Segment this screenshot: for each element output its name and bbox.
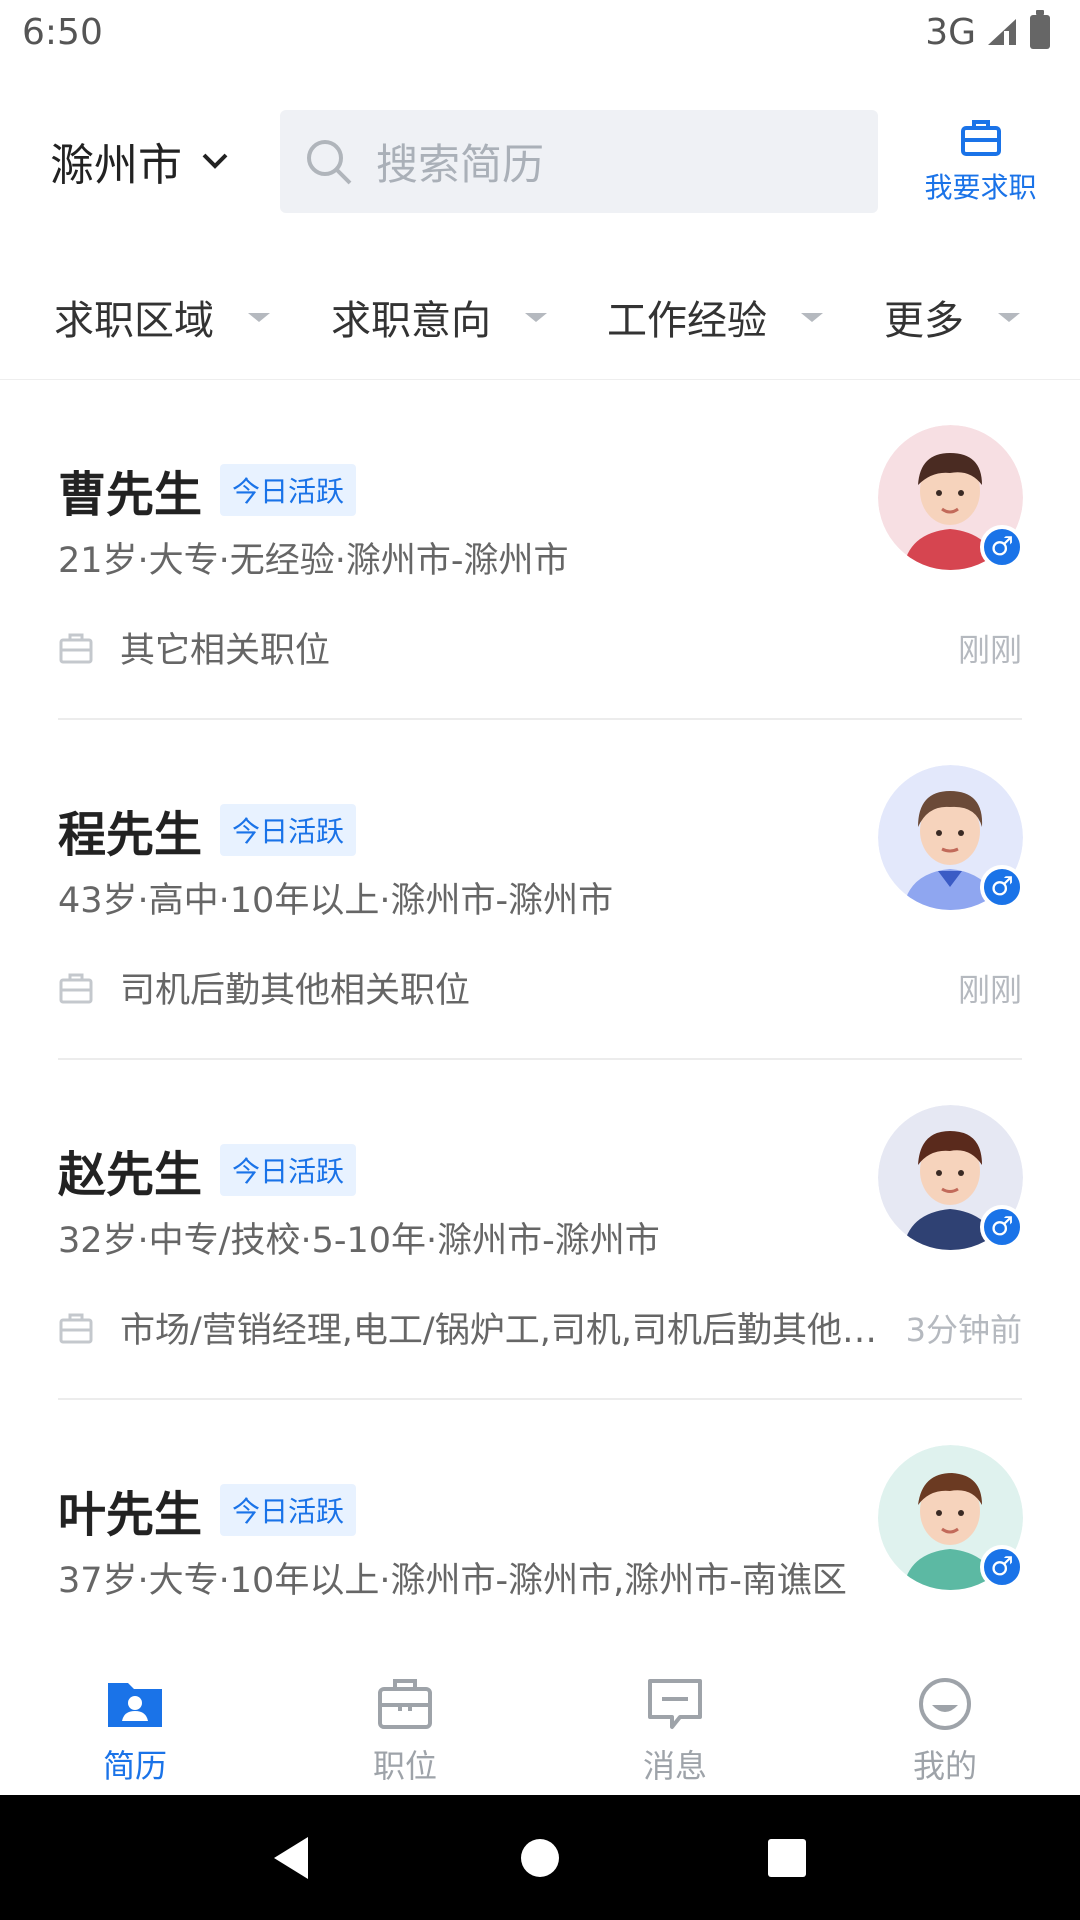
position-row: 司机后勤其他相关职位 刚刚 bbox=[58, 962, 1022, 1013]
recents-icon[interactable] bbox=[764, 1835, 810, 1881]
status-bar: 6:50 3G bbox=[0, 0, 1080, 64]
desired-position: 市场/营销经理,电工/锅炉工,司机,司机后勤其他相关职位 bbox=[120, 1311, 880, 1351]
city-label: 滁州市 bbox=[50, 140, 182, 191]
bottom-nav: 简历 职位 消息 我的 bbox=[0, 1665, 1080, 1795]
desired-position: 司机后勤其他相关职位 bbox=[120, 971, 471, 1011]
signal-icon bbox=[988, 19, 1016, 45]
active-badge: 今日活跃 bbox=[220, 1144, 357, 1196]
nav-item-jobs[interactable]: 职位 bbox=[270, 1665, 540, 1795]
filter-experience[interactable]: 工作经验 bbox=[607, 288, 823, 346]
status-icons: 3G bbox=[925, 10, 1050, 53]
chevron-down-icon bbox=[202, 153, 228, 169]
app-root: { "status_bar": { "time": "6:50", "netwo… bbox=[0, 0, 1080, 1920]
search-placeholder: 搜索简历 bbox=[376, 140, 545, 189]
candidate-meta: 32岁·中专/技校·5-10年·滁州市-滁州市 bbox=[58, 1221, 660, 1261]
male-icon: ♂ bbox=[980, 525, 1024, 569]
active-time: 3分钟前 bbox=[905, 1310, 1022, 1349]
name-row: 曹先生 今日活跃 bbox=[58, 455, 357, 525]
nav-label: 职位 bbox=[372, 1747, 437, 1785]
male-icon: ♂ bbox=[980, 1545, 1024, 1589]
nav-item-messages[interactable]: 消息 bbox=[540, 1665, 810, 1795]
candidate-meta: 43岁·高中·10年以上·滁州市-滁州市 bbox=[58, 881, 614, 921]
resume-icon bbox=[108, 1683, 162, 1727]
candidate-meta: 21岁·大专·无经验·滁州市-滁州市 bbox=[58, 541, 569, 581]
male-icon: ♂ bbox=[980, 1205, 1024, 1249]
position-row: 其它相关职位 刚刚 bbox=[58, 622, 1022, 673]
back-icon[interactable] bbox=[270, 1835, 316, 1881]
avatar: ♂ bbox=[878, 1445, 1024, 1590]
candidate-meta: 37岁·大专·10年以上·滁州市-滁州市,滁州市-南谯区 bbox=[58, 1561, 847, 1601]
desired-position: 其它相关职位 bbox=[120, 631, 331, 671]
profile-icon bbox=[919, 1678, 971, 1730]
active-time: 刚刚 bbox=[957, 970, 1022, 1009]
name-row: 程先生 今日活跃 bbox=[58, 795, 357, 865]
city-selector[interactable]: 滁州市 bbox=[50, 131, 230, 191]
candidate-name: 赵先生 bbox=[58, 1147, 203, 1203]
active-badge: 今日活跃 bbox=[220, 1484, 357, 1536]
active-badge: 今日活跃 bbox=[220, 464, 357, 516]
nav-label: 简历 bbox=[102, 1747, 167, 1785]
briefcase-icon bbox=[59, 973, 93, 1003]
divider bbox=[58, 1058, 1022, 1060]
briefcase-icon bbox=[59, 1313, 93, 1343]
nav-item-profile[interactable]: 我的 bbox=[810, 1665, 1080, 1795]
network-type: 3G bbox=[925, 11, 976, 53]
briefcase-icon bbox=[59, 633, 93, 663]
search-input[interactable]: 搜索简历 bbox=[280, 110, 878, 213]
nav-label: 我的 bbox=[912, 1747, 977, 1785]
filter-label: 求职区域 bbox=[54, 298, 214, 344]
dropdown-arrow-icon bbox=[998, 312, 1020, 322]
search-icon bbox=[307, 139, 352, 184]
position-row: 市场/营销经理,电工/锅炉工,司机,司机后勤其他相关职位 3分钟前 bbox=[58, 1302, 1022, 1353]
briefcase-icon bbox=[378, 1679, 432, 1729]
filter-label: 求职意向 bbox=[331, 298, 491, 344]
system-nav-bar bbox=[0, 1795, 1080, 1920]
divider bbox=[58, 718, 1022, 720]
active-time: 刚刚 bbox=[957, 630, 1022, 669]
name-row: 叶先生 今日活跃 bbox=[58, 1475, 357, 1545]
dropdown-arrow-icon bbox=[248, 312, 270, 322]
candidate-name: 曹先生 bbox=[58, 467, 203, 523]
nav-item-resume[interactable]: 简历 bbox=[0, 1665, 270, 1795]
filter-label: 更多 bbox=[884, 298, 964, 344]
candidate-name: 叶先生 bbox=[58, 1487, 203, 1543]
divider bbox=[58, 1398, 1022, 1400]
filter-bar: 求职区域 求职意向 工作经验 更多 bbox=[0, 270, 1080, 380]
avatar: ♂ bbox=[878, 425, 1024, 570]
status-time: 6:50 bbox=[22, 11, 103, 53]
message-icon bbox=[648, 1679, 702, 1729]
filter-area[interactable]: 求职区域 bbox=[54, 288, 270, 346]
filter-intention[interactable]: 求职意向 bbox=[331, 288, 547, 346]
briefcase-icon bbox=[960, 120, 1001, 156]
avatar: ♂ bbox=[878, 1105, 1024, 1250]
name-row: 赵先生 今日活跃 bbox=[58, 1135, 357, 1205]
filter-label: 工作经验 bbox=[607, 298, 767, 344]
male-icon: ♂ bbox=[980, 865, 1024, 909]
job-seek-label: 我要求职 bbox=[924, 171, 1037, 204]
battery-icon bbox=[1030, 10, 1050, 49]
active-badge: 今日活跃 bbox=[220, 804, 357, 856]
dropdown-arrow-icon bbox=[525, 312, 547, 322]
candidate-name: 程先生 bbox=[58, 807, 203, 863]
nav-label: 消息 bbox=[642, 1747, 707, 1785]
dropdown-arrow-icon bbox=[801, 312, 823, 322]
home-icon[interactable] bbox=[517, 1835, 563, 1881]
avatar: ♂ bbox=[878, 765, 1024, 910]
job-seek-button[interactable]: 我要求职 bbox=[918, 116, 1043, 216]
filter-more[interactable]: 更多 bbox=[884, 288, 1020, 346]
